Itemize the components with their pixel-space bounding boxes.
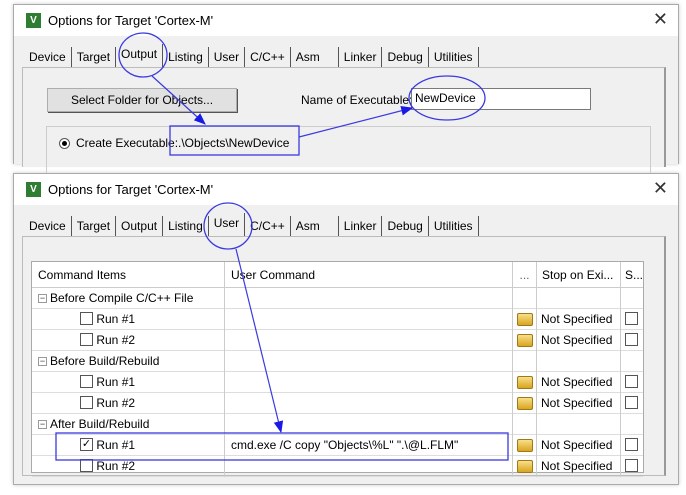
command-row-highlight [55,432,509,461]
annotation-overlay [55,32,509,461]
create-path-highlight [169,125,300,156]
arrow-output-to-path [151,75,206,125]
arrow-path-to-name [298,106,414,138]
executable-name-highlight [408,75,486,121]
arrow-user-to-command [235,248,284,434]
output-tab-highlight [118,32,168,78]
user-tab-highlight [203,202,253,250]
